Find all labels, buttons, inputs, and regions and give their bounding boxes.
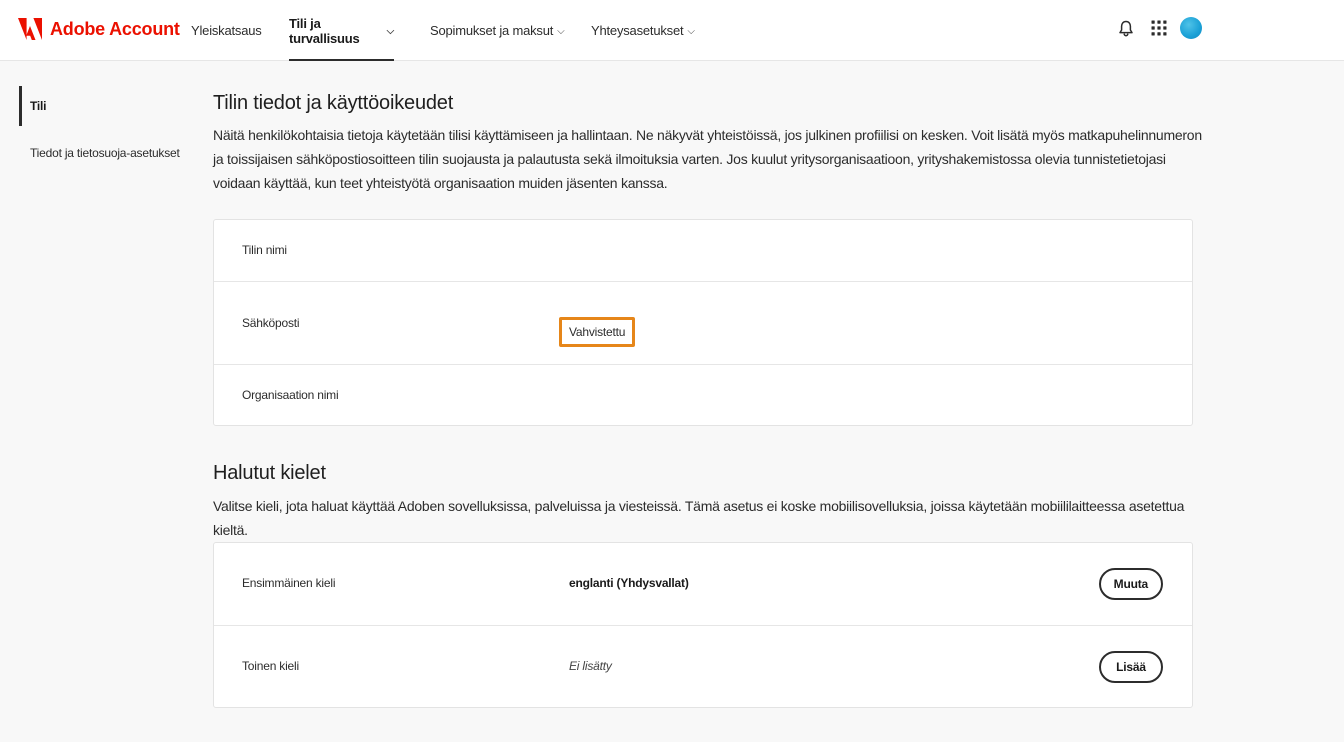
- sidebar-item-account[interactable]: Tili: [19, 86, 47, 126]
- nav-overview[interactable]: Yleiskatsaus: [191, 0, 262, 61]
- apps-grid-icon[interactable]: [1148, 17, 1170, 39]
- change-primary-language-button[interactable]: Muuta: [1098, 568, 1163, 600]
- nav-account-security[interactable]: Tili ja turvallisuus ⌵: [289, 0, 394, 61]
- account-name-row[interactable]: Tilin nimi: [214, 220, 1192, 282]
- primary-language-label: Ensimmäinen kieli: [242, 576, 336, 590]
- bell-icon[interactable]: [1115, 17, 1137, 39]
- sidebar-item-label: Tili: [30, 99, 47, 113]
- languages-card: Ensimmäinen kieli englanti (Yhdysvallat)…: [213, 542, 1193, 708]
- sidebar-item-label: Tiedot ja tietosuoja-asetukset: [30, 146, 180, 160]
- nav-account-security-label: Tili ja turvallisuus: [289, 15, 360, 46]
- nav-communication-preferences-label: Yhteysasetukset: [591, 23, 684, 38]
- add-secondary-language-button[interactable]: Lisää: [1099, 651, 1163, 683]
- secondary-language-value: Ei lisätty: [569, 659, 612, 673]
- sidebar-item-privacy-settings[interactable]: Tiedot ja tietosuoja-asetukset: [30, 146, 180, 160]
- languages-section-title: Halutut kielet: [213, 462, 326, 484]
- chevron-down-icon: ⌵: [557, 26, 565, 37]
- nav-overview-label: Yleiskatsaus: [191, 23, 262, 38]
- adobe-logo-link[interactable]: Adobe Account: [18, 16, 180, 42]
- secondary-language-label: Toinen kieli: [242, 659, 299, 673]
- primary-language-value: englanti (Yhdysvallat): [569, 576, 689, 590]
- account-name-label: Tilin nimi: [242, 243, 287, 257]
- organization-name-row[interactable]: Organisaation nimi: [214, 365, 1192, 425]
- secondary-language-row: Toinen kieli Ei lisätty Lisää: [214, 626, 1192, 707]
- account-info-card: Tilin nimi Sähköposti Vahvistettu Organi…: [213, 219, 1193, 426]
- organization-name-label: Organisaation nimi: [242, 388, 339, 402]
- chevron-down-icon: ⌵: [386, 26, 395, 37]
- email-label: Sähköposti: [242, 316, 300, 330]
- adobe-logo-icon: [18, 18, 42, 40]
- email-row[interactable]: Sähköposti Vahvistettu: [214, 282, 1192, 365]
- top-navigation-bar: Adobe Account Yleiskatsaus Tili ja turva…: [0, 0, 1344, 61]
- nav-communication-preferences[interactable]: Yhteysasetukset ⌵: [591, 0, 695, 61]
- primary-language-row: Ensimmäinen kieli englanti (Yhdysvallat)…: [214, 543, 1192, 626]
- brand-name: Adobe Account: [50, 18, 180, 39]
- account-section-description: Näitä henkilökohtaisia tietoja käytetään…: [213, 127, 1202, 191]
- nav-plans-payments-label: Sopimukset ja maksut: [430, 23, 554, 38]
- account-section-title: Tilin tiedot ja käyttöoikeudet: [213, 92, 454, 114]
- nav-plans-payments[interactable]: Sopimukset ja maksut ⌵: [430, 0, 565, 61]
- user-avatar[interactable]: [1180, 17, 1202, 39]
- languages-section-description: Valitse kieli, jota haluat käyttää Adobe…: [213, 498, 1185, 538]
- email-verified-status: Vahvistettu: [559, 317, 636, 347]
- chevron-down-icon: ⌵: [687, 26, 695, 37]
